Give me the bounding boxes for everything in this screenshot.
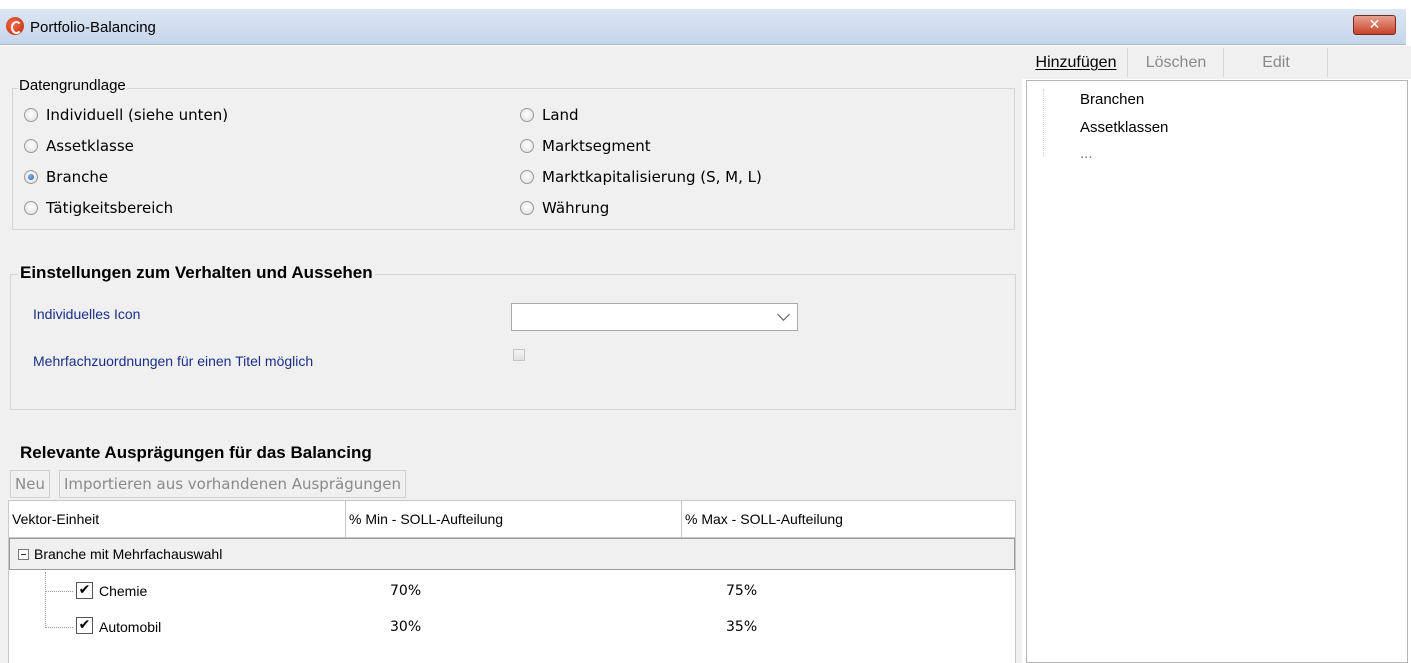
collapse-icon[interactable]	[18, 549, 29, 560]
import-button[interactable]: Importieren aus vorhandenen Ausprägungen	[59, 470, 406, 498]
radio-individuell[interactable]: Individuell (siehe unten)	[24, 106, 228, 124]
icon-select[interactable]	[511, 303, 798, 331]
radio-label: Marktsegment	[542, 137, 651, 155]
radio-label: Marktkapitalisierung (S, M, L)	[542, 168, 762, 186]
tree-line	[45, 591, 73, 592]
balancing-legend: Relevante Ausprägungen für das Balancing	[20, 443, 372, 462]
radio-button-selected[interactable]	[24, 170, 38, 184]
column-header-min[interactable]: % Min - SOLL-Aufteilung	[346, 501, 682, 538]
radio-button[interactable]	[24, 139, 38, 153]
row-min[interactable]: 30%	[390, 619, 421, 635]
radio-button[interactable]	[24, 201, 38, 215]
tree-item-assetklassen[interactable]: Assetklassen	[1080, 119, 1168, 136]
tree-item-more[interactable]: ...	[1080, 145, 1093, 162]
mehrfach-label: Mehrfachzuordnungen für einen Titel mögl…	[33, 353, 314, 369]
row-name: Chemie	[99, 583, 148, 599]
column-header-vektor[interactable]: Vektor-Einheit	[9, 501, 346, 538]
radio-label: Land	[542, 106, 579, 124]
row-max[interactable]: 35%	[726, 619, 757, 635]
radio-button[interactable]	[520, 201, 534, 215]
radio-marktsegment[interactable]: Marktsegment	[520, 137, 651, 155]
einstellungen-group	[10, 274, 1016, 410]
radio-marktkapitalisierung[interactable]: Marktkapitalisierung (S, M, L)	[520, 168, 762, 186]
category-tree: Branchen Assetklassen ...	[1026, 80, 1408, 663]
radio-label: Währung	[542, 199, 610, 217]
close-button[interactable]: ✕	[1353, 15, 1396, 35]
radio-label: Tätigkeitsbereich	[46, 199, 174, 217]
title-bar: Portfolio-Balancing ✕	[0, 9, 1406, 45]
radio-label: Individuell (siehe unten)	[46, 106, 229, 124]
radio-taetigkeitsbereich[interactable]: Tätigkeitsbereich	[24, 199, 173, 217]
radio-land[interactable]: Land	[520, 106, 579, 124]
row-max[interactable]: 75%	[726, 583, 757, 599]
einstellungen-legend: Einstellungen zum Verhalten und Aussehen	[18, 263, 375, 283]
radio-button[interactable]	[520, 170, 534, 184]
radio-label: Assetklasse	[46, 137, 134, 155]
radio-branche[interactable]: Branche	[24, 168, 108, 186]
row-name: Automobil	[99, 619, 162, 635]
right-toolbar: Hinzufügen Löschen Edit	[1022, 46, 1411, 79]
radio-button[interactable]	[520, 139, 534, 153]
group-label: Branche mit Mehrfachauswahl	[34, 546, 223, 562]
mehrfach-checkbox[interactable]	[513, 349, 525, 361]
tree-line	[1043, 89, 1044, 157]
column-header-max[interactable]: % Max - SOLL-Aufteilung	[682, 501, 1015, 538]
row-checkbox-chemie[interactable]: ✔	[76, 582, 93, 599]
delete-button[interactable]: Löschen	[1129, 48, 1224, 77]
group-row[interactable]: Branche mit Mehrfachauswahl	[9, 538, 1015, 570]
grid-header: Vektor-Einheit % Min - SOLL-Aufteilung %…	[9, 501, 1015, 538]
tree-line	[45, 572, 46, 628]
tree-line	[45, 627, 73, 628]
tree-item-branchen[interactable]: Branchen	[1080, 91, 1144, 108]
edit-button[interactable]: Edit	[1225, 48, 1328, 77]
radio-label: Branche	[46, 168, 109, 186]
chevron-down-icon[interactable]	[777, 308, 790, 321]
datengrundlage-legend: Datengrundlage	[18, 77, 127, 94]
add-button[interactable]: Hinzufügen	[1025, 48, 1128, 77]
row-min[interactable]: 70%	[390, 583, 421, 599]
radio-waehrung[interactable]: Währung	[520, 199, 609, 217]
radio-button[interactable]	[520, 108, 534, 122]
new-button[interactable]: Neu	[10, 470, 50, 498]
radio-button[interactable]	[24, 108, 38, 122]
app-logo-icon	[6, 17, 24, 35]
window-title: Portfolio-Balancing	[30, 19, 156, 36]
row-checkbox-automobil[interactable]: ✔	[76, 617, 93, 634]
radio-assetklasse[interactable]: Assetklasse	[24, 137, 134, 155]
balancing-grid: Vektor-Einheit % Min - SOLL-Aufteilung %…	[8, 500, 1016, 663]
icon-label: Individuelles Icon	[33, 306, 141, 322]
